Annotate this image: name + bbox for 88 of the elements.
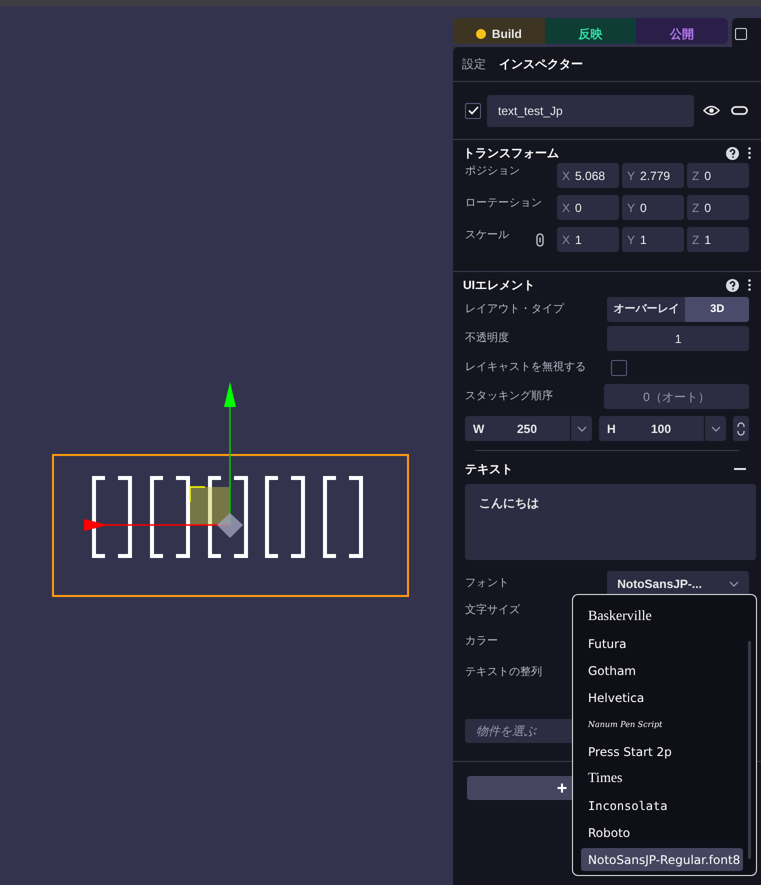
axis-label: H [607, 420, 617, 438]
number-field[interactable]: X 0 [557, 195, 619, 220]
text-input[interactable]: こんにちは [465, 484, 756, 560]
section-title: トランスフォーム [463, 145, 560, 162]
row-label: ローテーション [465, 196, 542, 211]
axis-label: X [562, 232, 570, 248]
dropdown-button[interactable] [705, 416, 726, 441]
check-icon [468, 106, 478, 115]
chevron-down-icon [576, 426, 586, 432]
segment-option[interactable]: 3D [685, 297, 749, 322]
row-label: レイキャストを無視する [465, 360, 587, 376]
toolbar-button[interactable]: 公開 [636, 18, 728, 44]
font-option[interactable]: Press Start 2p [581, 740, 741, 763]
field-value: 100 [651, 420, 672, 438]
font-option[interactable]: Baskerville [581, 605, 741, 628]
pivot-handle[interactable] [217, 513, 243, 538]
more-icon[interactable] [748, 147, 751, 159]
checkbox[interactable] [465, 102, 481, 118]
number-field[interactable]: Y 0 [622, 195, 684, 220]
name-field[interactable]: text_test_Jp [487, 94, 694, 126]
row-label: 不透明度 [465, 330, 510, 346]
checkbox[interactable] [611, 360, 627, 376]
panel-toggle-button[interactable] [732, 18, 761, 50]
help-icon[interactable] [726, 146, 739, 160]
field-value: 250 [517, 420, 538, 438]
opacity-field[interactable]: 1 [607, 326, 749, 351]
square-icon [734, 28, 747, 40]
axis-label: X [562, 168, 570, 184]
number-field[interactable]: Z 1 [687, 227, 749, 252]
font-option[interactable]: Gotham [581, 659, 741, 682]
field-value: 0 [704, 168, 712, 184]
font-select[interactable]: NotoSansJP-... [607, 571, 749, 596]
pill-icon[interactable] [731, 106, 748, 115]
field-value: 1 [640, 232, 647, 248]
field-value: 1 [575, 232, 582, 248]
field-value: 5.068 [575, 168, 606, 184]
number-field[interactable]: X 5.068 [557, 163, 619, 188]
link-icon[interactable] [536, 232, 544, 246]
stacking-order-field[interactable]: 0（オート） [604, 384, 749, 409]
scrollbar[interactable] [748, 641, 751, 859]
panel-tab[interactable]: インスペクター [499, 55, 583, 73]
axis-label: Z [692, 200, 700, 216]
font-option[interactable]: Futura [581, 632, 741, 655]
row-label: スケール [465, 228, 510, 243]
chevron-down-icon [729, 580, 739, 586]
field-value: 0 [640, 200, 647, 216]
axis-label: X [562, 200, 570, 216]
field-value: 2.779 [640, 168, 670, 184]
axis-label: Y [627, 232, 636, 248]
help-icon[interactable] [726, 278, 739, 292]
row-label: 文字サイズ [465, 602, 520, 618]
number-field[interactable]: X 1 [557, 227, 619, 252]
section-title: UIエレメント [463, 277, 536, 294]
row-label: レイアウト・タイプ [465, 302, 566, 318]
plane-handle[interactable] [189, 486, 230, 525]
row-label: カラー [465, 634, 498, 649]
toolbar-button[interactable]: 反映 [544, 18, 636, 44]
link-icon [737, 422, 745, 436]
row-label: フォント [465, 576, 510, 592]
panel-tab[interactable]: 設定 [462, 55, 486, 73]
axis-label: Z [692, 168, 700, 184]
font-option[interactable]: NotoSansJP-Regular.font8 [581, 848, 743, 871]
font-option[interactable]: Roboto [581, 821, 741, 844]
field-value: 1 [704, 232, 712, 248]
chevron-down-icon [710, 426, 720, 432]
row-label: ポジション [465, 164, 521, 179]
eye-icon[interactable] [703, 105, 720, 116]
size-field[interactable]: W 250 [465, 416, 570, 441]
field-value: 0 [704, 200, 712, 216]
more-icon[interactable] [748, 279, 751, 291]
number-field[interactable]: Z 0 [687, 163, 749, 188]
axis-label: Y [627, 200, 636, 216]
dropdown-button[interactable] [571, 416, 592, 441]
font-option[interactable]: Helvetica [581, 686, 741, 709]
row-label: テキストの整列 [465, 665, 542, 680]
lock-ratio-button[interactable] [733, 416, 749, 441]
font-option[interactable]: Nanum Pen Script [581, 713, 741, 736]
number-field[interactable]: Y 2.779 [622, 163, 684, 188]
axis-label: Y [627, 168, 636, 184]
field-value: 0 [575, 200, 582, 216]
axis-label: W [473, 420, 486, 438]
section-title: テキスト [465, 461, 514, 478]
number-field[interactable]: Z 0 [687, 195, 749, 220]
row-label: スタッキング順序 [465, 388, 554, 404]
size-field[interactable]: H 100 [599, 416, 704, 441]
axis-label: Z [692, 232, 700, 248]
toolbar-button[interactable]: Build [453, 18, 545, 44]
number-field[interactable]: Y 1 [622, 227, 684, 252]
